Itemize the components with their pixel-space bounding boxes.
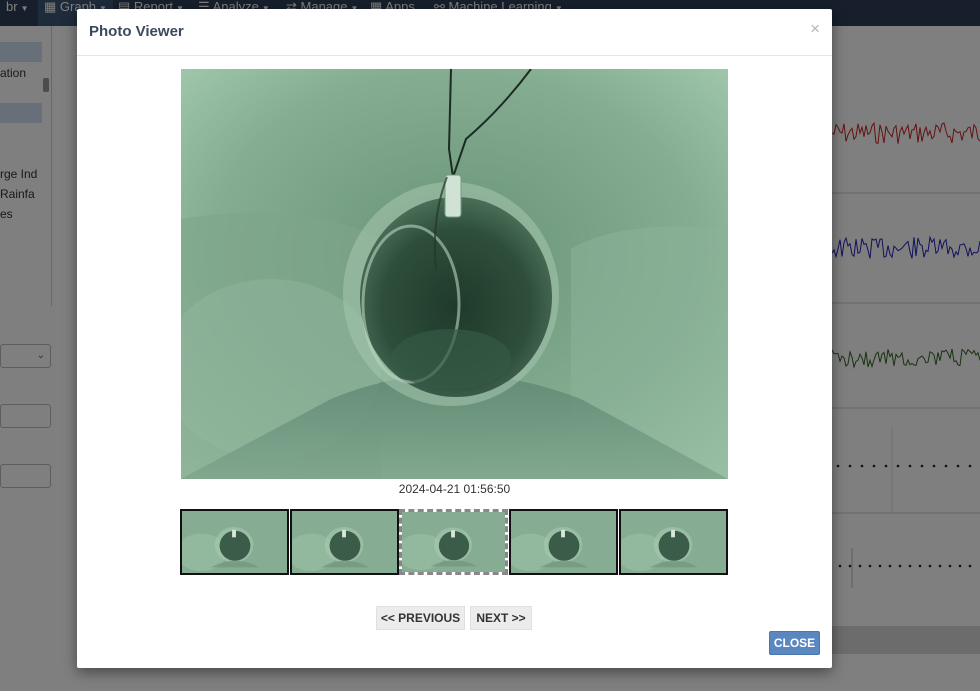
- next-button[interactable]: NEXT >>: [470, 606, 532, 630]
- modal-title: Photo Viewer: [89, 23, 184, 40]
- close-button[interactable]: CLOSE: [769, 631, 820, 655]
- thumbnail-image: [511, 511, 616, 573]
- pipe-photo-image: [181, 69, 728, 479]
- main-photo: [181, 69, 728, 479]
- thumbnail-image: [621, 511, 726, 573]
- thumbnail[interactable]: [509, 509, 618, 575]
- thumbnail[interactable]: [180, 509, 289, 575]
- thumbnail[interactable]: [290, 509, 399, 575]
- close-icon[interactable]: ×: [810, 20, 820, 37]
- thumbnail-selected[interactable]: [399, 509, 508, 575]
- thumbnail-image: [292, 511, 397, 573]
- thumbnail-image: [402, 512, 505, 572]
- thumbnail[interactable]: [619, 509, 728, 575]
- thumbnail-image: [182, 511, 287, 573]
- photo-viewer-modal: Photo Viewer × 2024-04-21 01:56:50 << PR…: [77, 9, 832, 668]
- previous-button[interactable]: << PREVIOUS: [376, 606, 465, 630]
- thumbnail-strip: [180, 509, 728, 575]
- photo-timestamp: 2024-04-21 01:56:50: [398, 482, 511, 496]
- modal-header: Photo Viewer ×: [77, 9, 832, 56]
